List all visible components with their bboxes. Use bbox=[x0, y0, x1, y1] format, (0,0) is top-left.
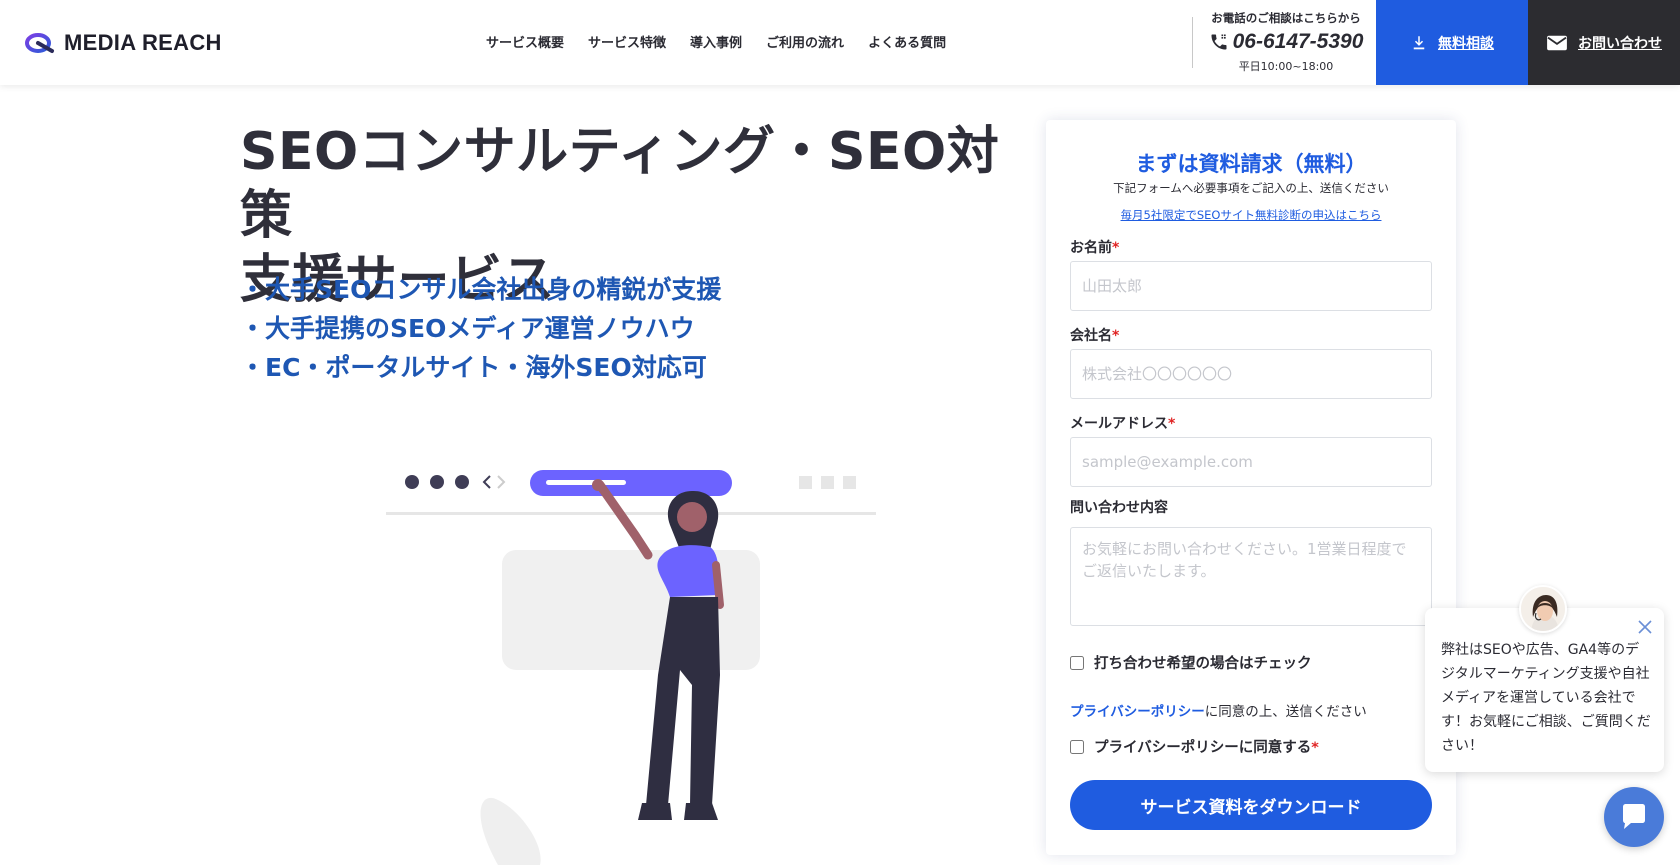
illus-divider bbox=[386, 512, 876, 515]
required-mark: * bbox=[1112, 328, 1120, 344]
phone-block: お電話のご相談はこちらから 06-6147-5390 平日10:00~18:00 bbox=[1200, 10, 1372, 74]
nav-case-studies[interactable]: 導入事例 bbox=[690, 32, 742, 51]
nav-usage-flow[interactable]: ご利用の流れ bbox=[766, 32, 844, 51]
privacy-checkbox-label: プライバシーポリシーに同意する* bbox=[1094, 740, 1319, 756]
mail-icon bbox=[1547, 35, 1567, 50]
site-header: MEDIA REACH サービス概要 サービス特徴 導入事例 ご利用の流れ よく… bbox=[0, 0, 1680, 85]
download-submit-button[interactable]: サービス資料をダウンロード bbox=[1070, 780, 1432, 830]
illus-square bbox=[843, 476, 856, 489]
meeting-checkbox[interactable] bbox=[1070, 655, 1084, 670]
chat-message: 弊社はSEOや広告、GA4等のデジタルマーケティング支援や自社メディアを運営して… bbox=[1441, 642, 1651, 754]
chat-launcher-button[interactable] bbox=[1604, 787, 1664, 847]
chat-avatar bbox=[1519, 585, 1567, 633]
phone-caption: お電話のご相談はこちらから bbox=[1211, 11, 1361, 25]
hero-illustration bbox=[386, 470, 876, 865]
illus-forward-icon bbox=[497, 475, 506, 489]
request-form: まずは資料請求（無料） 下記フォームへ必要事項をご記入の上、送信ください 毎月5… bbox=[1046, 120, 1456, 855]
illus-plant bbox=[480, 797, 541, 865]
email-label: メールアドレス* bbox=[1070, 416, 1176, 432]
header-divider bbox=[1192, 17, 1193, 68]
illus-square bbox=[799, 476, 812, 489]
close-icon[interactable] bbox=[1636, 618, 1654, 636]
nav-service-features[interactable]: サービス特徴 bbox=[588, 32, 666, 51]
privacy-checkbox-row[interactable]: プライバシーポリシーに同意する* bbox=[1070, 736, 1319, 757]
hero-bullet: ・大手提携のSEOメディア運営ノウハウ bbox=[240, 314, 695, 343]
hero-bullets: ・大手SEOコンサル会社出身の精鋭が支援 ・大手提携のSEOメディア運営ノウハウ… bbox=[240, 270, 721, 387]
form-subtitle: 下記フォームへ必要事項をご記入の上、送信ください bbox=[1113, 181, 1389, 195]
illus-content-box bbox=[502, 550, 760, 670]
inquiry-label: 問い合わせ内容 bbox=[1070, 500, 1168, 516]
contact-button[interactable]: お問い合わせ bbox=[1528, 0, 1680, 85]
illus-dot bbox=[455, 475, 469, 489]
required-mark: * bbox=[1168, 416, 1176, 432]
privacy-notice-text: に同意の上、送信ください bbox=[1204, 704, 1367, 720]
phone-hours: 平日10:00~18:00 bbox=[1238, 60, 1334, 73]
illus-url-text bbox=[546, 480, 626, 485]
illus-dot bbox=[405, 475, 419, 489]
main-nav: サービス概要 サービス特徴 導入事例 ご利用の流れ よくある質問 bbox=[486, 32, 946, 51]
phone-icon bbox=[1211, 34, 1227, 50]
form-title: まずは資料請求（無料） bbox=[1135, 152, 1367, 176]
company-input[interactable] bbox=[1070, 349, 1432, 399]
logo-mark-icon bbox=[25, 33, 54, 53]
required-mark: * bbox=[1311, 740, 1319, 756]
illus-back-icon bbox=[482, 475, 491, 489]
meeting-checkbox-label: 打ち合わせ希望の場合はチェック bbox=[1094, 656, 1312, 672]
hero-bullet: ・EC・ポータルサイト・海外SEO対応可 bbox=[240, 353, 707, 382]
chat-popup: 弊社はSEOや広告、GA4等のデジタルマーケティング支援や自社メディアを運営して… bbox=[1425, 585, 1664, 772]
name-input[interactable] bbox=[1070, 261, 1432, 311]
chat-bubble-icon bbox=[1623, 804, 1645, 829]
privacy-policy-link[interactable]: プライバシーポリシー bbox=[1070, 704, 1205, 720]
logo[interactable]: MEDIA REACH bbox=[24, 29, 222, 57]
hero-bullet: ・大手SEOコンサル会社出身の精鋭が支援 bbox=[240, 275, 722, 304]
nav-service-overview[interactable]: サービス概要 bbox=[486, 32, 564, 51]
logo-text: MEDIA REACH bbox=[64, 30, 222, 55]
phone-number: 06-6147-5390 bbox=[1232, 30, 1364, 53]
hero-title-line1: SEOコンサルティング・SEO対策 bbox=[240, 122, 1000, 246]
required-mark: * bbox=[1112, 240, 1120, 256]
privacy-notice: プライバシーポリシーに同意の上、送信ください bbox=[1070, 700, 1367, 720]
inquiry-textarea[interactable] bbox=[1070, 527, 1432, 626]
free-consult-button[interactable]: 無料相談 bbox=[1376, 0, 1528, 85]
free-diagnosis-link[interactable]: 毎月5社限定でSEOサイト無料診断の申込はこちら bbox=[1046, 207, 1456, 223]
contact-label: お問い合わせ bbox=[1578, 35, 1662, 52]
nav-faq[interactable]: よくある質問 bbox=[868, 32, 946, 51]
operator-avatar-icon bbox=[1521, 587, 1565, 631]
name-label: お名前* bbox=[1070, 240, 1120, 256]
privacy-checkbox[interactable] bbox=[1070, 739, 1084, 754]
meeting-checkbox-row[interactable]: 打ち合わせ希望の場合はチェック bbox=[1070, 652, 1312, 673]
company-label: 会社名* bbox=[1070, 328, 1120, 344]
phone-row[interactable]: 06-6147-5390 bbox=[1200, 30, 1372, 54]
download-icon bbox=[1413, 35, 1425, 49]
free-consult-label: 無料相談 bbox=[1438, 35, 1494, 52]
illus-square bbox=[821, 476, 834, 489]
email-input[interactable] bbox=[1070, 437, 1432, 487]
illus-dot bbox=[430, 475, 444, 489]
